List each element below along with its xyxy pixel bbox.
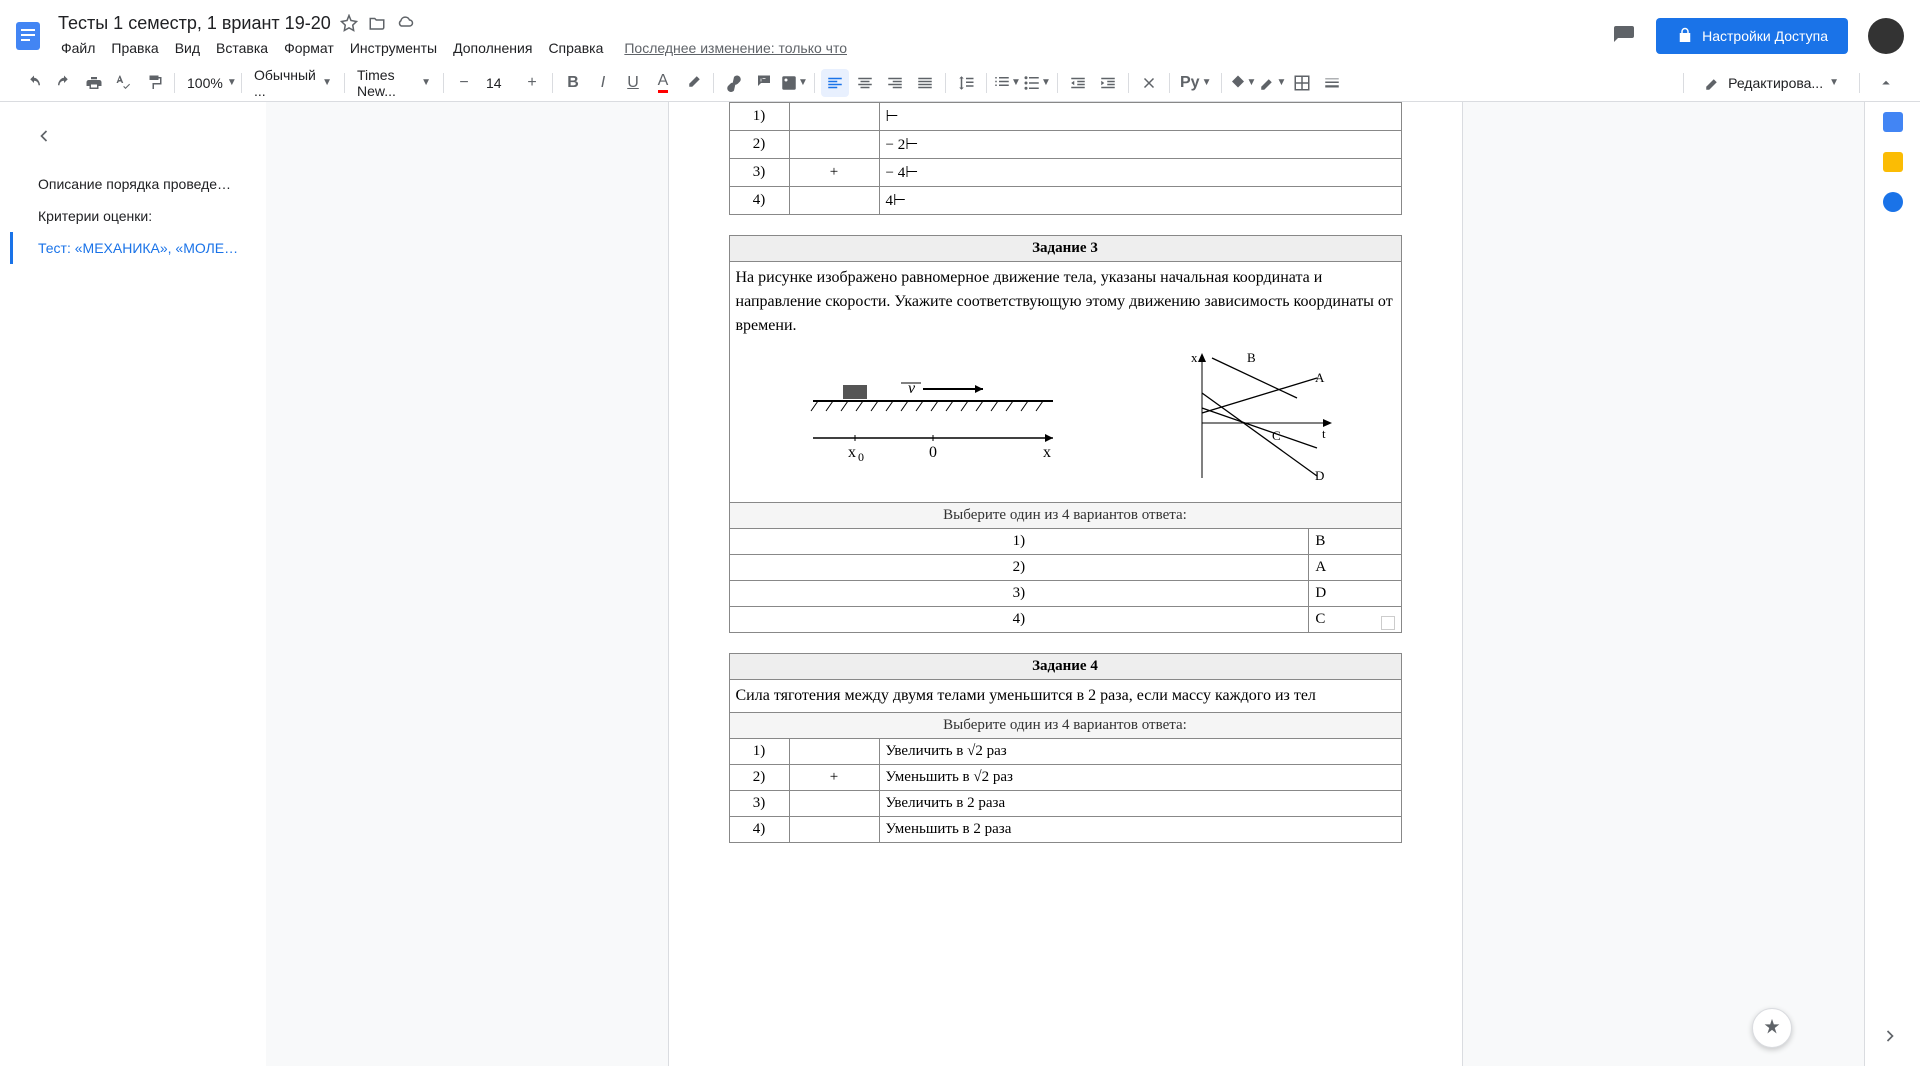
comments-button[interactable] xyxy=(1604,16,1644,56)
redo-button[interactable] xyxy=(50,69,78,97)
explore-button[interactable] xyxy=(1752,1008,1792,1048)
align-justify-button[interactable] xyxy=(911,69,939,97)
menubar: Файл Правка Вид Вставка Формат Инструмен… xyxy=(50,36,1604,60)
menu-addons[interactable]: Дополнения xyxy=(446,36,539,60)
svg-text:0: 0 xyxy=(929,444,937,461)
move-icon[interactable] xyxy=(367,13,387,33)
menu-file[interactable]: Файл xyxy=(54,36,102,60)
comment-button[interactable] xyxy=(750,69,778,97)
svg-text:C: C xyxy=(1272,428,1281,443)
link-button[interactable] xyxy=(720,69,748,97)
highlight-button[interactable] xyxy=(679,69,707,97)
font-size-input[interactable]: 14 xyxy=(480,69,516,97)
calendar-icon[interactable] xyxy=(1883,112,1903,132)
svg-text:A: A xyxy=(1315,370,1325,385)
tasks-icon[interactable] xyxy=(1883,192,1903,212)
task4-header: Задание 4 xyxy=(729,654,1401,680)
font-size-increase[interactable]: + xyxy=(518,69,546,97)
cloud-icon[interactable] xyxy=(395,13,415,33)
share-label: Настройки Доступа xyxy=(1702,28,1828,44)
menu-tools[interactable]: Инструменты xyxy=(343,36,444,60)
italic-button[interactable]: I xyxy=(589,69,617,97)
task3-header: Задание 3 xyxy=(729,236,1401,262)
page[interactable]: 1)⊢ 2)− 2⊢ 3)+− 4⊢ 4)4⊢ Задание 3 На рис… xyxy=(669,102,1462,1066)
undo-button[interactable] xyxy=(20,69,48,97)
outline-item[interactable]: Описание порядка проведе… xyxy=(10,168,250,200)
table-task4[interactable]: Задание 4 Сила тяготения между двумя тел… xyxy=(729,653,1402,843)
print-button[interactable] xyxy=(80,69,108,97)
outline-item[interactable]: Критерии оценки: xyxy=(10,200,250,232)
align-right-button[interactable] xyxy=(881,69,909,97)
font-size-decrease[interactable]: − xyxy=(450,69,478,97)
indent-decrease-button[interactable] xyxy=(1064,69,1092,97)
line-spacing-button[interactable] xyxy=(952,69,980,97)
underline-button[interactable]: U xyxy=(619,69,647,97)
menu-insert[interactable]: Вставка xyxy=(209,36,275,60)
bold-button[interactable]: B xyxy=(559,69,587,97)
task3-body: На рисунке изображено равномерное движен… xyxy=(736,266,1395,338)
menu-help[interactable]: Справка xyxy=(541,36,610,60)
fill-color-button[interactable]: ▼ xyxy=(1228,69,1256,97)
star-icon[interactable] xyxy=(339,13,359,33)
align-left-button[interactable] xyxy=(821,69,849,97)
toolbar: 100%▼ Обычный ...▼ Times New...▼ − 14 + … xyxy=(0,64,1920,102)
borders-button[interactable] xyxy=(1288,69,1316,97)
right-sidebar xyxy=(1864,102,1920,1066)
svg-text:x: x xyxy=(848,444,856,461)
style-select[interactable]: Обычный ...▼ xyxy=(248,69,338,97)
svg-text:B: B xyxy=(1247,350,1256,365)
border-color-button[interactable]: ▼ xyxy=(1258,69,1286,97)
input-tools-button[interactable]: Ру▼ xyxy=(1176,69,1215,97)
share-button[interactable]: Настройки Доступа xyxy=(1656,18,1848,54)
svg-text:x: x xyxy=(1191,350,1198,365)
table-task3[interactable]: Задание 3 На рисунке изображено равномер… xyxy=(729,235,1402,633)
user-avatar[interactable] xyxy=(1868,18,1904,54)
collapse-toolbar-button[interactable] xyxy=(1872,69,1900,97)
menu-format[interactable]: Формат xyxy=(277,36,341,60)
zoom-select[interactable]: 100%▼ xyxy=(181,69,235,97)
clear-format-button[interactable] xyxy=(1135,69,1163,97)
align-center-button[interactable] xyxy=(851,69,879,97)
document-title[interactable]: Тесты 1 семестр, 1 вриант 19-20 xyxy=(58,13,331,34)
paint-format-button[interactable] xyxy=(140,69,168,97)
task4-choose: Выберите один из 4 вариантов ответа: xyxy=(729,713,1401,739)
docs-logo[interactable] xyxy=(8,12,48,60)
outline-close-button[interactable] xyxy=(30,122,58,150)
image-button[interactable]: ▼ xyxy=(780,69,808,97)
outline-item-active[interactable]: Тест: «МЕХАНИКА», «МОЛЕ… xyxy=(10,232,250,264)
last-change[interactable]: Последнее изменение: только что xyxy=(624,36,847,60)
task4-body: Сила тяготения между двумя телами уменьш… xyxy=(729,680,1401,713)
hide-sidepanel-button[interactable] xyxy=(1878,1024,1902,1048)
menu-view[interactable]: Вид xyxy=(168,36,207,60)
document-area[interactable]: 1)⊢ 2)− 2⊢ 3)+− 4⊢ 4)4⊢ Задание 3 На рис… xyxy=(266,102,1864,1066)
numbered-list-button[interactable]: ▼ xyxy=(993,69,1021,97)
svg-text:x: x xyxy=(1043,444,1051,461)
task3-choose: Выберите один из 4 вариантов ответа: xyxy=(729,503,1401,529)
keep-icon[interactable] xyxy=(1883,152,1903,172)
svg-text:0: 0 xyxy=(858,450,864,464)
border-width-button[interactable] xyxy=(1318,69,1346,97)
table-prev-answers[interactable]: 1)⊢ 2)− 2⊢ 3)+− 4⊢ 4)4⊢ xyxy=(729,102,1402,215)
svg-text:D: D xyxy=(1315,468,1324,483)
header: Тесты 1 семестр, 1 вриант 19-20 Файл Пра… xyxy=(0,0,1920,64)
indent-increase-button[interactable] xyxy=(1094,69,1122,97)
task3-diagram: v x0 xyxy=(736,338,1395,498)
bulleted-list-button[interactable]: ▼ xyxy=(1023,69,1051,97)
editing-mode-button[interactable]: Редактирова... ▼ xyxy=(1696,70,1847,96)
font-select[interactable]: Times New...▼ xyxy=(351,69,437,97)
svg-text:t: t xyxy=(1322,426,1326,441)
outline-panel: Описание порядка проведе… Критерии оценк… xyxy=(0,102,266,1066)
table-handle-icon[interactable] xyxy=(1381,616,1395,630)
menu-edit[interactable]: Правка xyxy=(104,36,165,60)
text-color-button[interactable]: A xyxy=(649,69,677,97)
spellcheck-button[interactable] xyxy=(110,69,138,97)
